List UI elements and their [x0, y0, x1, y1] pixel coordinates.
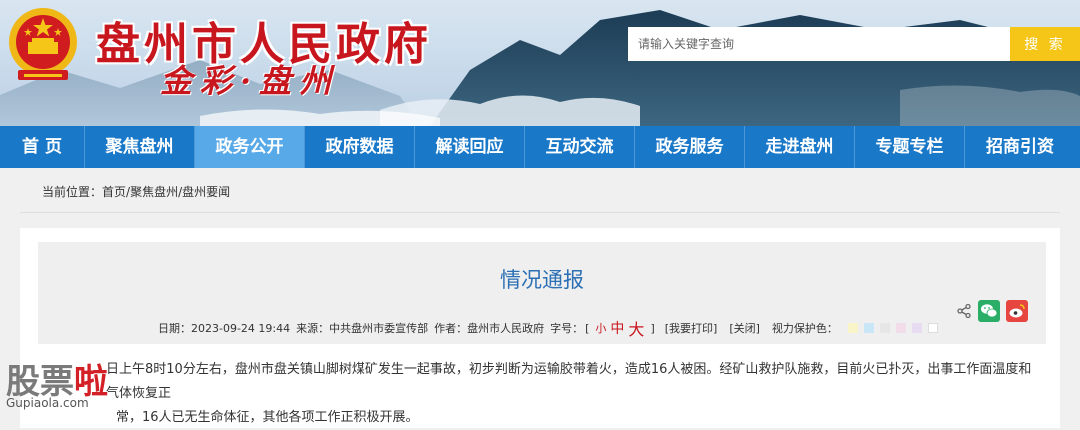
font-size-label: 字号：: [550, 322, 584, 335]
site-slogan: 金彩·盘州: [160, 62, 340, 100]
font-size-bracket-open: [: [585, 321, 590, 335]
nav-item-interpretation[interactable]: 解读回应: [415, 126, 525, 168]
eye-color-swatch-5[interactable]: [911, 323, 922, 333]
share-icon[interactable]: [956, 303, 972, 319]
article-paragraph-line-2: 常，16人已无生命体征，其他各项工作正积极开展。: [116, 410, 419, 425]
share-bar: [950, 300, 1028, 322]
nav-item-government-data[interactable]: 政府数据: [305, 126, 415, 168]
watermark-url: Gupiaola.com: [6, 396, 89, 410]
date-field: 日期：2023-09-24 19:44: [158, 320, 290, 336]
nav-item-interaction[interactable]: 互动交流: [525, 126, 635, 168]
author-field: 作者：盘州市人民政府: [434, 320, 544, 336]
breadcrumb: 当前位置：首页/聚焦盘州/盘州要闻: [42, 183, 230, 200]
search-input[interactable]: [628, 27, 1010, 61]
article-header-panel: 情况通报 日期：2023-09-24 19:44 来源：中共盘州市委宣传部 作者…: [38, 242, 1046, 344]
author-label: 作者：: [434, 322, 468, 335]
article-body: 日上午8时10分左右，盘州市盘关镇山脚树煤矿发生一起事故，初步判断为运输胶带着火…: [106, 358, 1036, 430]
article-card: 情况通报 日期：2023-09-24 19:44 来源：中共盘州市委宣传部 作者…: [20, 228, 1060, 428]
nav-item-focus[interactable]: 聚焦盘州: [85, 126, 195, 168]
eye-protection-label: 视力保护色：: [771, 322, 838, 335]
print-button[interactable]: [我要打印]: [665, 320, 718, 336]
main-nav: 首 页 聚焦盘州 政务公开 政府数据 解读回应 互动交流 政务服务 走进盘州 专…: [0, 126, 1080, 168]
article-paragraph-line-1: 日上午8时10分左右，盘州市盘关镇山脚树煤矿发生一起事故，初步判断为运输胶带着火…: [106, 362, 1032, 401]
eye-color-swatch-6[interactable]: [927, 323, 938, 333]
breadcrumb-link-focus[interactable]: 聚焦盘州: [130, 185, 178, 199]
nav-item-home[interactable]: 首 页: [0, 126, 85, 168]
wechat-icon[interactable]: [978, 300, 1000, 322]
nav-item-investment[interactable]: 招商引资: [965, 126, 1075, 168]
eye-color-swatch-1[interactable]: [847, 323, 858, 333]
header-banner: 盘州市人民政府 金彩·盘州 搜 索: [0, 0, 1080, 126]
font-size-small-button[interactable]: 小: [595, 320, 606, 336]
national-emblem-icon: [9, 8, 77, 80]
nav-item-government-affairs[interactable]: 政务公开: [195, 126, 305, 168]
author-value: 盘州市人民政府: [467, 322, 545, 335]
nav-item-about-panzhou[interactable]: 走进盘州: [745, 126, 855, 168]
font-size-large-button[interactable]: 大: [628, 316, 644, 340]
source-field: 来源：中共盘州市委宣传部: [296, 320, 428, 336]
date-value: 2023-09-24 19:44: [191, 322, 291, 335]
weibo-icon[interactable]: [1006, 300, 1028, 322]
nav-item-special-topics[interactable]: 专题专栏: [855, 126, 965, 168]
nav-item-services[interactable]: 政务服务: [635, 126, 745, 168]
breadcrumb-prefix: 当前位置：: [42, 185, 103, 199]
breadcrumb-divider: [20, 212, 1060, 213]
breadcrumb-link-news[interactable]: 盘州要闻: [182, 185, 230, 199]
eye-color-swatch-4[interactable]: [895, 323, 906, 333]
date-label: 日期：: [158, 322, 191, 335]
article-meta: 日期：2023-09-24 19:44 来源：中共盘州市委宣传部 作者：盘州市人…: [158, 316, 944, 340]
close-button[interactable]: [关闭]: [729, 320, 760, 336]
search-button[interactable]: 搜 索: [1010, 27, 1080, 61]
source-value: 中共盘州市委宣传部: [329, 322, 429, 335]
source-label: 来源：: [296, 322, 330, 335]
article-title: 情况通报: [500, 268, 584, 292]
font-size-bracket-close: ]: [650, 321, 655, 335]
watermark-logo: 股票啦 Gupiaola.com: [2, 354, 120, 414]
eye-color-swatch-2[interactable]: [863, 323, 874, 333]
eye-color-swatch-3[interactable]: [879, 323, 890, 333]
breadcrumb-link-home[interactable]: 首页: [102, 185, 126, 199]
font-size-medium-button[interactable]: 中: [610, 318, 624, 338]
